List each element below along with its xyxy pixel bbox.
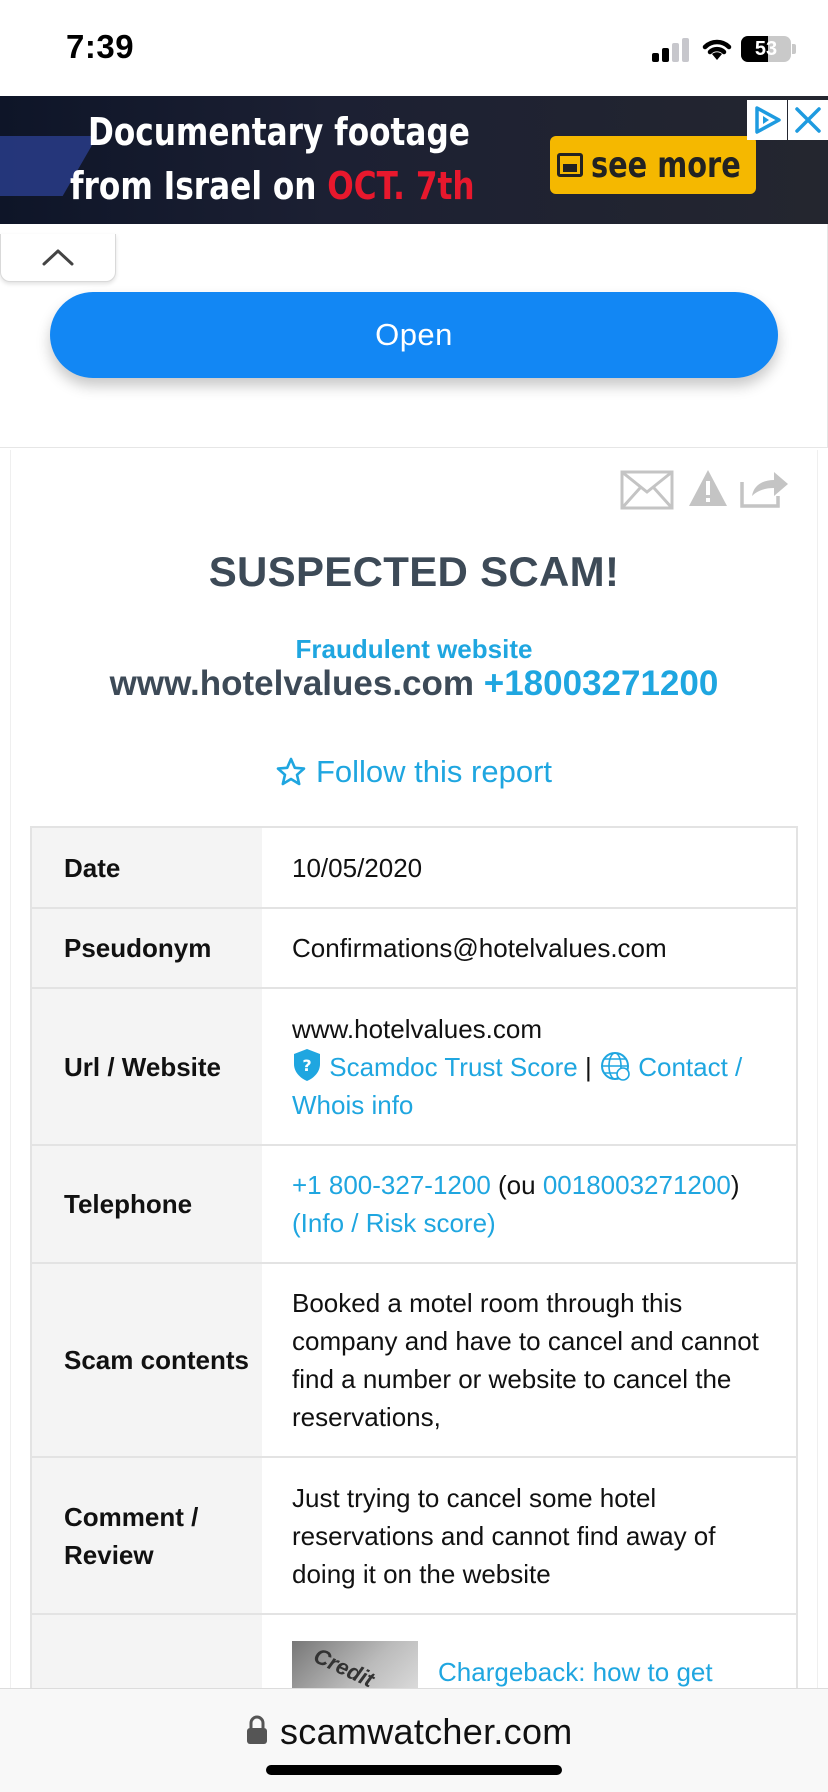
date-label: Date bbox=[32, 828, 262, 907]
gallery-icon bbox=[557, 153, 584, 177]
ad-close-icon[interactable] bbox=[788, 100, 828, 140]
alt-phone-link[interactable]: 0018003271200 bbox=[543, 1170, 731, 1200]
telephone-label: Telephone bbox=[32, 1146, 262, 1262]
signal-icon bbox=[652, 38, 692, 62]
trust-score-link[interactable]: Scamdoc Trust Score bbox=[329, 1052, 578, 1082]
divider bbox=[0, 447, 828, 448]
url-value: www.hotelvalues.com bbox=[292, 1013, 542, 1044]
scam-contents-label: Scam contents bbox=[32, 1264, 262, 1456]
star-icon bbox=[276, 757, 306, 786]
battery-tip bbox=[792, 44, 796, 54]
collapse-tab[interactable] bbox=[0, 234, 116, 282]
pseudonym-value: Confirmations@hotelvalues.com bbox=[292, 933, 667, 963]
link-separator: | bbox=[577, 1051, 599, 1082]
warning-icon[interactable] bbox=[688, 468, 728, 508]
ou-text: (ou bbox=[490, 1170, 543, 1200]
report-category: Fraudulent website bbox=[295, 634, 533, 664]
table-row-pseudonym: Pseudonym Confirmations@hotelvalues.com bbox=[32, 909, 796, 989]
ad-line2-highlight: OCT. 7th bbox=[327, 164, 475, 208]
follow-report-link[interactable]: Follow this report bbox=[0, 754, 828, 790]
comment-value: Just trying to cancel some hotel reserva… bbox=[292, 1482, 716, 1589]
table-row-url: Url / Website www.hotelvalues.com ? Scam… bbox=[32, 989, 796, 1146]
ad-see-more-button[interactable]: see more bbox=[550, 136, 756, 194]
lock-icon bbox=[247, 1715, 267, 1744]
report-phone-link[interactable]: +18003271200 bbox=[484, 664, 719, 703]
chevron-up-icon bbox=[42, 249, 74, 266]
battery-icon: 53 bbox=[741, 36, 791, 62]
close-paren: ) bbox=[730, 1170, 740, 1200]
url-cell: www.hotelvalues.com ? Scamdoc Trust Scor… bbox=[262, 989, 796, 1144]
status-time: 7:39 bbox=[66, 28, 135, 65]
pseudonym-label: Pseudonym bbox=[32, 909, 262, 987]
globe-icon bbox=[600, 1051, 630, 1081]
follow-report-label: Follow this report bbox=[315, 754, 553, 789]
comment-label: Comment / Review bbox=[32, 1458, 262, 1613]
battery-level: 53 bbox=[754, 38, 778, 60]
table-row-scam-contents: Scam contents Booked a motel room throug… bbox=[32, 1264, 796, 1458]
ad-headline-line2: from Israel on OCT. 7th bbox=[70, 164, 475, 208]
ad-banner[interactable]: Documentary footage from Israel on OCT. … bbox=[0, 96, 828, 224]
phone-link[interactable]: +1 800-327-1200 bbox=[292, 1170, 491, 1200]
open-app-button[interactable]: Open bbox=[50, 292, 778, 378]
risk-score-link[interactable]: (Info / Risk score) bbox=[292, 1208, 496, 1238]
url-label: Url / Website bbox=[32, 989, 262, 1144]
ad-headline-line1: Documentary footage bbox=[88, 110, 470, 154]
date-value: 10/05/2020 bbox=[292, 852, 423, 883]
browser-url[interactable]: scamwatcher.com bbox=[280, 1711, 573, 1753]
mail-icon[interactable] bbox=[620, 470, 674, 510]
report-title: SUSPECTED SCAM! bbox=[208, 548, 620, 595]
report-table: Date 10/05/2020 Pseudonym Confirmations@… bbox=[30, 826, 798, 1721]
wifi-icon bbox=[702, 39, 732, 60]
home-indicator[interactable] bbox=[266, 1765, 562, 1775]
svg-text:?: ? bbox=[302, 1056, 311, 1075]
shield-icon: ? bbox=[294, 1048, 320, 1081]
telephone-cell: +1 800-327-1200 (ou 0018003271200) (Info… bbox=[262, 1146, 796, 1262]
ad-info-icon[interactable] bbox=[747, 100, 787, 140]
share-icon[interactable] bbox=[740, 468, 790, 508]
scam-contents-value: Booked a motel room through this company… bbox=[292, 1288, 759, 1432]
table-row-comment: Comment / Review Just trying to cancel s… bbox=[32, 1458, 796, 1615]
report-site: www.hotelvalues.com bbox=[109, 664, 475, 703]
chargeback-link[interactable]: Chargeback: how to get bbox=[438, 1653, 713, 1691]
table-row-telephone: Telephone +1 800-327-1200 (ou 0018003271… bbox=[32, 1146, 796, 1264]
table-row-date: Date 10/05/2020 bbox=[32, 828, 796, 909]
ad-cta-label: see more bbox=[591, 144, 742, 186]
browser-address-bar[interactable]: scamwatcher.com bbox=[0, 1688, 828, 1792]
report-headline: www.hotelvalues.com +18003271200 bbox=[0, 664, 828, 704]
ad-line2-prefix: from Israel on bbox=[70, 164, 328, 208]
status-bar: 7:39 53 bbox=[0, 0, 828, 96]
